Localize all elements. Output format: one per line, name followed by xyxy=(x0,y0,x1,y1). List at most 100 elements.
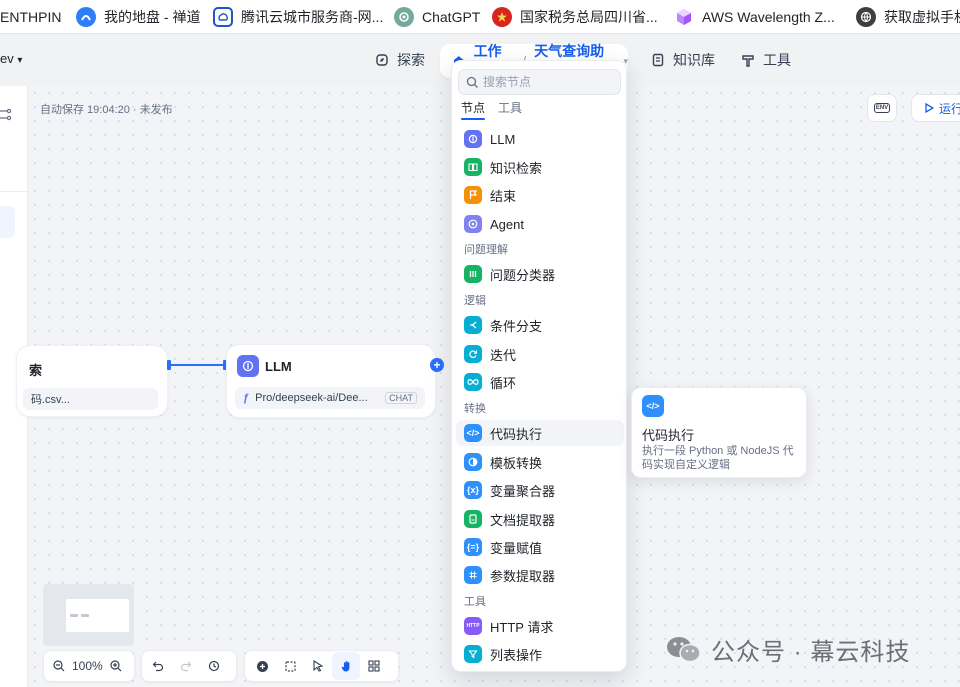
nav-label: 知识库 xyxy=(673,52,715,68)
node-dataset: 码.csv... xyxy=(23,388,158,410)
globe-icon xyxy=(856,7,876,27)
code-icon: </> xyxy=(642,395,664,417)
nav-label: 探索 xyxy=(397,52,425,68)
infinity-icon xyxy=(464,373,482,391)
bookmark-zentao[interactable]: 我的地盘 - 禅道 xyxy=(76,0,201,33)
node-option-label: HTTP 请求 xyxy=(490,619,554,635)
zoom-controls: 100% xyxy=(43,650,135,682)
node-option-loop[interactable]: 循环 xyxy=(456,369,624,395)
node-option-label: 文档提取器 xyxy=(490,512,556,528)
hammer-icon xyxy=(742,55,754,67)
model-provider-icon: ƒ xyxy=(243,392,250,404)
node-option-label: 参数提取器 xyxy=(490,568,556,584)
node-option-end[interactable]: 结束 xyxy=(456,182,624,208)
zentao-icon xyxy=(76,7,96,27)
zoom-level[interactable]: 100% xyxy=(70,659,105,673)
filter-icon xyxy=(464,645,482,663)
node-option-question-classifier[interactable]: 问题分类器 xyxy=(456,261,624,287)
node-option-doc-extractor[interactable]: 文档提取器 xyxy=(456,506,624,532)
organize-button[interactable] xyxy=(360,652,388,680)
node-option-label: 变量聚合器 xyxy=(490,483,556,499)
nav-tools[interactable]: 工具 xyxy=(741,50,791,70)
node-tooltip: </> 代码执行 执行一段 Python 或 NodeJS 代码实现自定义逻辑 xyxy=(631,387,807,478)
bookmark-aws[interactable]: AWS Wavelength Z... xyxy=(674,0,835,33)
node-option-list-operator[interactable]: 列表操作 xyxy=(456,641,624,667)
history-button[interactable] xyxy=(200,652,228,680)
hand-mode-button[interactable] xyxy=(332,652,360,680)
node-option-label: 结束 xyxy=(490,188,517,204)
tab-nodes[interactable]: 节点 xyxy=(461,99,485,116)
model-selector[interactable]: ƒ Pro/deepseek-ai/Dee... CHAT xyxy=(235,387,425,409)
tencent-cloud-icon xyxy=(213,7,233,27)
add-next-node-button[interactable]: + xyxy=(430,358,444,372)
edge-source-handle[interactable] xyxy=(167,360,171,370)
bookmark-label: 我的地盘 - 禅道 xyxy=(104,9,201,25)
bookmark-enthpin[interactable]: ENTHPIN xyxy=(0,0,61,33)
assign-icon: {=} xyxy=(464,538,482,556)
node-option-http-request[interactable]: HTTP HTTP 请求 xyxy=(456,613,624,639)
bookmark-label: 腾讯云城市服务商-网... xyxy=(241,9,384,25)
zoom-in-button[interactable] xyxy=(105,652,127,680)
bookmark-label: ChatGPT xyxy=(422,9,481,25)
note-icon xyxy=(284,660,296,672)
nav-knowledge[interactable]: 知识库 xyxy=(651,50,715,70)
wechat-icon xyxy=(667,636,701,662)
bookmark-chatgpt[interactable]: ChatGPT xyxy=(394,0,481,33)
bookmark-virtual-phone[interactable]: 获取虚拟手机... xyxy=(856,0,960,33)
llm-node[interactable]: LLM ƒ Pro/deepseek-ai/Dee... CHAT xyxy=(226,344,436,418)
minimap[interactable] xyxy=(43,584,134,646)
add-node-panel: 节点 工具 LLM 知识检索 结束 Agent 问题理解 问题分类器 逻辑 条件… xyxy=(451,60,627,672)
node-option-label: 条件分支 xyxy=(490,318,543,334)
aws-cube-icon xyxy=(674,7,694,27)
node-search-input[interactable] xyxy=(483,75,613,89)
undo-icon xyxy=(152,661,164,672)
template-icon xyxy=(464,453,482,471)
layout-icon[interactable] xyxy=(0,108,12,127)
add-circle-icon xyxy=(256,660,268,672)
workspace-selector[interactable]: ev ▾ xyxy=(0,51,22,66)
tab-tools[interactable]: 工具 xyxy=(498,99,522,116)
run-button[interactable]: 运行 xyxy=(911,94,960,122)
node-option-parameter-extractor[interactable]: 参数提取器 xyxy=(456,562,624,588)
variable-icon: {x} xyxy=(464,481,482,499)
zoom-in-icon xyxy=(110,660,122,672)
add-note-button[interactable] xyxy=(276,652,304,680)
zoom-out-button[interactable] xyxy=(48,652,70,680)
node-option-template-transform[interactable]: 模板转换 xyxy=(456,449,624,475)
autosave-status: 自动保存 19:04:20 · 未发布 xyxy=(40,104,173,116)
node-edge[interactable] xyxy=(168,364,226,366)
undo-button[interactable] xyxy=(144,652,172,680)
run-label: 运行 xyxy=(939,101,960,116)
node-title: 索 xyxy=(29,363,43,378)
node-option-agent[interactable]: Agent xyxy=(456,211,624,237)
code-icon: </> xyxy=(464,424,482,442)
watermark: 公众号 · 幕云科技 xyxy=(665,632,910,667)
pointer-mode-button[interactable] xyxy=(304,652,332,680)
node-option-variable-aggregator[interactable]: {x} 变量聚合器 xyxy=(456,477,624,503)
node-option-label: 知识检索 xyxy=(490,160,543,176)
section-title: 问题理解 xyxy=(464,244,508,256)
node-option-iteration[interactable]: 迭代 xyxy=(456,341,624,367)
model-mode-badge: CHAT xyxy=(385,392,417,404)
compass-icon xyxy=(376,54,388,66)
brain-icon xyxy=(464,130,482,148)
add-node-button[interactable] xyxy=(248,652,276,680)
node-option-knowledge-retrieval[interactable]: 知识检索 xyxy=(456,154,624,180)
env-button[interactable]: ENV xyxy=(867,94,897,122)
node-option-label: 列表操作 xyxy=(490,647,543,663)
section-title: 转换 xyxy=(464,403,486,415)
bookmark-tencent-cloud[interactable]: 腾讯云城市服务商-网... xyxy=(213,0,384,33)
nav-explore[interactable]: 探索 xyxy=(375,50,425,70)
node-option-llm[interactable]: LLM xyxy=(456,126,624,152)
redo-button[interactable] xyxy=(172,652,200,680)
node-option-if-else[interactable]: 条件分支 xyxy=(456,312,624,338)
node-option-code[interactable]: </> 代码执行 xyxy=(456,420,624,446)
node-option-variable-assigner[interactable]: {=} 变量赋值 xyxy=(456,534,624,560)
knowledge-retrieval-node[interactable]: 索 码.csv... xyxy=(16,345,168,417)
tooltip-description: 执行一段 Python 或 NodeJS 代码实现自定义逻辑 xyxy=(642,445,794,471)
zoom-out-icon xyxy=(53,660,65,672)
layout-grid-icon xyxy=(368,660,380,672)
sidebar-selected-item[interactable] xyxy=(0,206,15,238)
bookmark-tax[interactable]: 国家税务总局四川省... xyxy=(492,0,658,33)
node-search-box[interactable] xyxy=(458,69,621,95)
